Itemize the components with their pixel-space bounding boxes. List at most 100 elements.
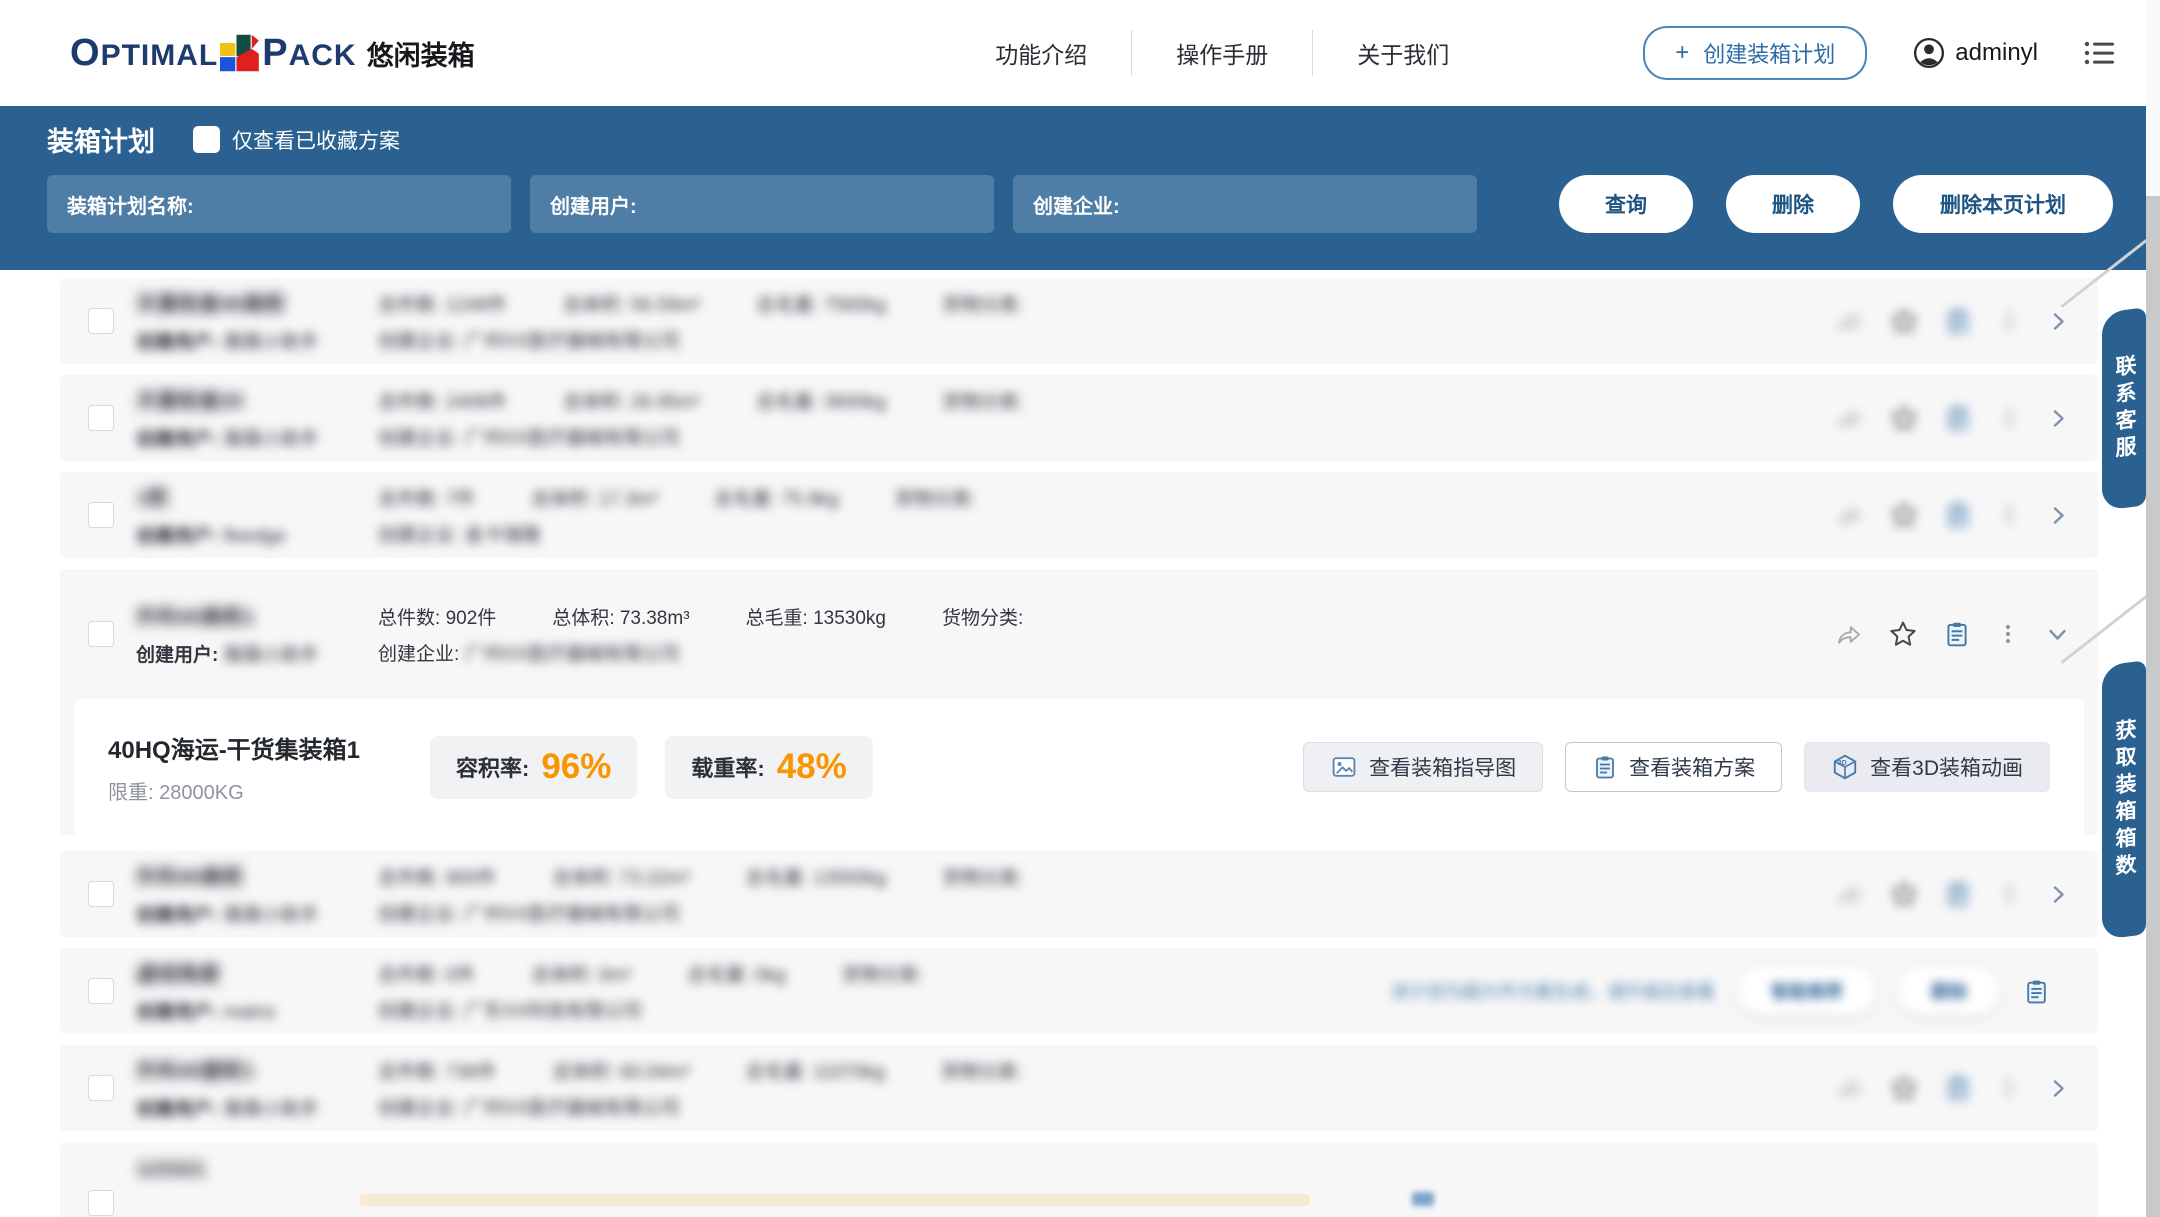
plan-row: 外科40瑟柜1 创建用户: 薇薇小助手 总件数: 736件 总体积: 60.04…	[60, 1045, 2098, 1131]
nav-item-manual[interactable]: 操作手册	[1131, 30, 1312, 76]
share-icon[interactable]	[1836, 502, 1864, 529]
row-icons	[1836, 500, 2070, 530]
creator-user-filter-input[interactable]: 创建用户:	[530, 175, 994, 233]
row-checkbox[interactable]	[88, 502, 114, 528]
favorite-star-icon[interactable]	[1889, 500, 1919, 530]
copy-plan-icon[interactable]	[1943, 620, 1971, 648]
nav-item-about[interactable]: 关于我们	[1312, 30, 1493, 76]
image-icon	[1330, 754, 1358, 780]
plan-name-filter-input[interactable]: 装箱计划名称:	[47, 175, 511, 233]
checkbox-icon	[193, 126, 220, 153]
plan-company: 创建企业: 广州XX医疗器械有限公司	[378, 1093, 1818, 1120]
favorite-star-icon[interactable]	[1889, 1073, 1919, 1103]
stat-volume: 总体积: 56.59m³	[563, 290, 700, 317]
row-checkbox[interactable]	[88, 308, 114, 334]
company-value: 广州XX医疗器械有限公司	[465, 644, 680, 665]
more-options-icon[interactable]	[1997, 308, 2021, 334]
logo-text-optimal: OOptimalPTIMAL	[70, 32, 218, 75]
more-options-icon[interactable]	[1997, 881, 2021, 907]
row-action-button-1[interactable]: 智能推荐	[1739, 968, 1875, 1014]
view-guide-image-button[interactable]: 查看装箱指导图	[1303, 742, 1543, 792]
stat-volume: 总体积: 73.22m³	[552, 863, 689, 890]
plan-stats: 总件数: 900件 总体积: 73.22m³ 总毛重: 13500kg 货物分类…	[378, 863, 1818, 890]
app-logo[interactable]: OOptimalPTIMAL PPackACK 悠闲装箱	[70, 31, 475, 75]
cube-3d-icon: 3D	[1831, 753, 1859, 781]
plan-company: 创建企业: 广州XX医疗器械有限公司	[378, 326, 1818, 353]
view-3d-animation-button[interactable]: 3D 查看3D装箱动画	[1804, 742, 2050, 792]
row-checkbox[interactable]	[88, 978, 114, 1004]
nav-item-features[interactable]: 功能介绍	[951, 30, 1131, 76]
query-button[interactable]: 查询	[1559, 175, 1693, 233]
copy-plan-icon[interactable]	[1944, 1074, 1972, 1102]
chevron-right-icon[interactable]	[2046, 309, 2070, 334]
create-plan-button[interactable]: + 创建装箱计划	[1643, 26, 1867, 80]
company-value: 广州XX医疗器械有限公司	[465, 428, 680, 449]
row-action-button-2[interactable]: 删除	[1899, 968, 1999, 1014]
favorite-star-icon[interactable]	[1889, 879, 1919, 909]
copy-plan-icon[interactable]	[1944, 404, 1972, 432]
user-menu[interactable]: adminyl	[1913, 37, 2038, 69]
app-header: OOptimalPTIMAL PPackACK 悠闲装箱 功能介绍 操作手册 关…	[0, 0, 2160, 106]
stat-pieces: 总件数: 7件	[378, 484, 475, 511]
scrollbar-track	[2146, 0, 2160, 1217]
chevron-right-icon[interactable]	[2046, 882, 2070, 907]
share-icon[interactable]	[1836, 308, 1864, 335]
list-menu-icon[interactable]	[2084, 39, 2116, 67]
stat-pieces: 总件数: 900件	[378, 863, 496, 890]
plan-company: 创建企业: 广州XX医疗器械有限公司	[378, 639, 1817, 666]
plan-note-link[interactable]: 该计划为超大件方案生成，请升级后查看	[1391, 978, 1715, 1004]
avatar-icon	[1913, 37, 1945, 69]
get-box-count-tab[interactable]: 获取装箱箱数	[2102, 660, 2146, 939]
stat-weight: 总毛重: 11070kg	[746, 1057, 885, 1084]
scrollbar-thumb[interactable]	[2146, 196, 2160, 1217]
row-icons	[1836, 879, 2070, 909]
row-checkbox[interactable]	[88, 1075, 114, 1101]
more-options-icon[interactable]	[1997, 405, 2021, 431]
creator-company-filter-input[interactable]: 创建企业:	[1013, 175, 1477, 233]
page-title: 装箱计划	[47, 120, 155, 159]
contact-support-tab[interactable]: 联系客服	[2102, 307, 2146, 510]
copy-plan-icon[interactable]	[2023, 978, 2050, 1005]
company-value: 广州XX医疗器械有限公司	[465, 904, 680, 925]
copy-plan-icon[interactable]	[1944, 880, 1972, 908]
stat-weight: 总毛重: 13500kg	[746, 863, 886, 890]
favorite-star-icon[interactable]	[1889, 306, 1919, 336]
more-options-icon[interactable]	[1996, 621, 2020, 647]
stat-volume: 总体积: 26.95m³	[563, 387, 700, 414]
row-checkbox[interactable]	[88, 621, 114, 647]
delete-page-button[interactable]: 删除本页计划	[1893, 175, 2113, 233]
row-checkbox[interactable]	[88, 405, 114, 431]
share-icon[interactable]	[1836, 405, 1864, 432]
favorite-star-icon[interactable]	[1888, 619, 1918, 649]
load-rate-chip: 载重率: 48%	[665, 736, 872, 799]
copy-plan-icon[interactable]	[1944, 307, 1972, 335]
share-icon[interactable]	[1836, 1075, 1864, 1102]
more-options-icon[interactable]	[1997, 502, 2021, 528]
share-icon[interactable]	[1836, 881, 1864, 908]
chevron-right-icon[interactable]	[2046, 406, 2070, 431]
plan-creator: 创建用户: 薇薇小助手	[136, 1094, 364, 1121]
highlight-strip	[360, 1194, 1310, 1206]
stat-pieces: 总件数: 902件	[378, 603, 496, 630]
plan-list: 天喜检查40高柜 创建用户: 薇薇小助手 总件数: 1248件 总体积: 56.…	[0, 270, 2098, 1217]
view-plan-button[interactable]: 查看装箱方案	[1565, 742, 1782, 792]
user-value: 薇薇小助手	[224, 332, 319, 353]
more-options-icon[interactable]	[1997, 1075, 2021, 1101]
copy-plan-icon[interactable]	[1944, 501, 1972, 529]
volume-rate-value: 96%	[541, 747, 611, 787]
chevron-right-icon[interactable]	[2046, 1076, 2070, 1101]
user-value: fleedge	[224, 526, 286, 547]
svg-text:3D: 3D	[1838, 760, 1847, 767]
favorite-star-icon[interactable]	[1889, 403, 1919, 433]
plan-company: 创建企业: 广州XX医疗器械有限公司	[378, 423, 1818, 450]
chevron-right-icon[interactable]	[2046, 503, 2070, 528]
company-value: 广州XX医疗器械有限公司	[465, 331, 680, 352]
delete-button[interactable]: 删除	[1726, 175, 1860, 233]
plan-row: 123321 创建用户: 总件数: 总体积: 总毛重: 货物分类: 创建企业:	[60, 1142, 2098, 1217]
stat-volume: 总体积: 73.38m³	[552, 603, 689, 630]
favorites-only-checkbox[interactable]: 仅查看已收藏方案	[193, 125, 400, 155]
plan-creator: 创建用户: matns	[136, 997, 364, 1024]
share-icon[interactable]	[1835, 621, 1863, 648]
row-checkbox[interactable]	[88, 881, 114, 907]
chevron-down-icon[interactable]	[2045, 622, 2070, 646]
